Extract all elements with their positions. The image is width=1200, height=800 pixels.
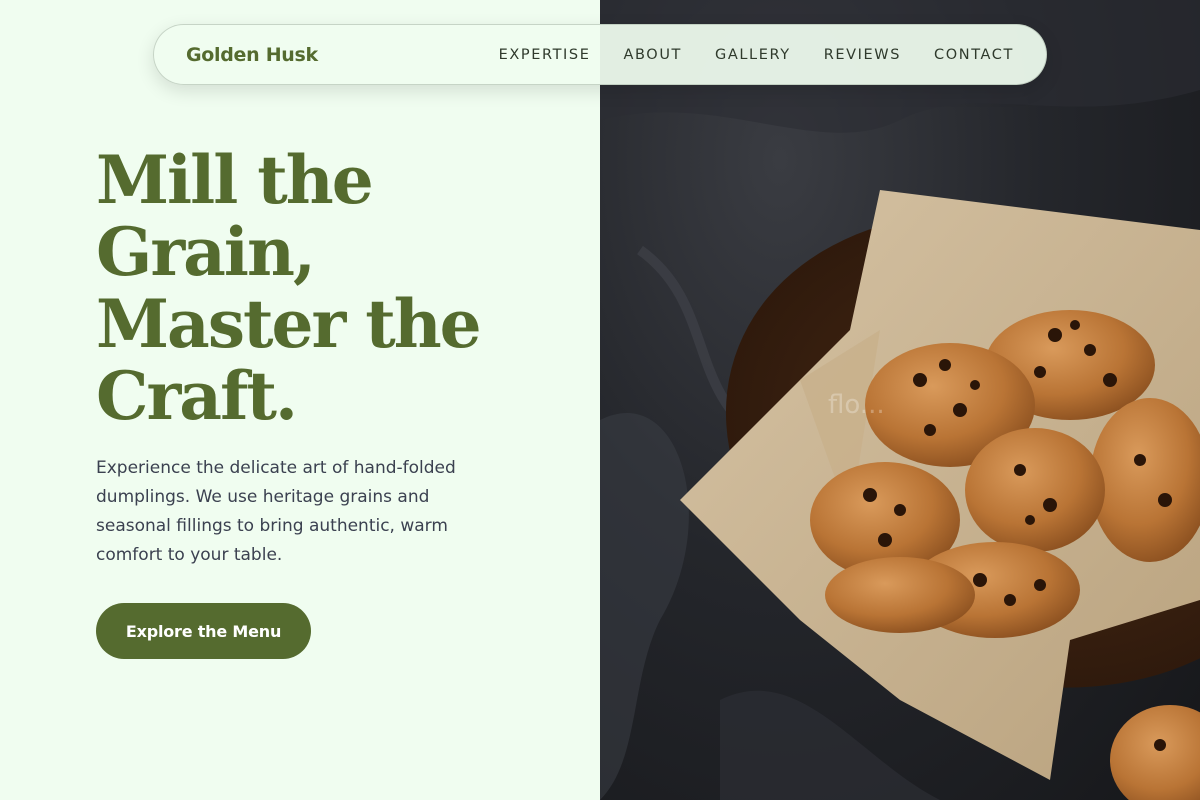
nav-link-contact[interactable]: CONTACT bbox=[934, 47, 1014, 63]
top-navigation: Golden Husk EXPERTISE ABOUT GALLERY REVI… bbox=[153, 24, 1047, 85]
headline-line-2: Grain, bbox=[96, 213, 316, 291]
cookies-in-bowl-image bbox=[600, 0, 1200, 800]
nav-links: EXPERTISE ABOUT GALLERY REVIEWS CONTACT bbox=[499, 47, 1014, 63]
image-watermark: flo... bbox=[828, 390, 885, 420]
nav-link-gallery[interactable]: GALLERY bbox=[715, 47, 791, 63]
headline-line-4: Craft. bbox=[96, 357, 298, 435]
nav-link-reviews[interactable]: REVIEWS bbox=[824, 47, 901, 63]
headline-line-1: Mill the bbox=[96, 141, 374, 219]
hero-headline: Mill the Grain, Master the Craft. bbox=[96, 144, 556, 432]
explore-menu-button[interactable]: Explore the Menu bbox=[96, 603, 311, 659]
nav-link-expertise[interactable]: EXPERTISE bbox=[499, 47, 591, 63]
nav-link-about[interactable]: ABOUT bbox=[624, 47, 683, 63]
hero-subcopy: Experience the delicate art of hand-fold… bbox=[96, 458, 456, 565]
brand-logo-text[interactable]: Golden Husk bbox=[186, 44, 318, 66]
hero-image bbox=[600, 0, 1200, 800]
headline-line-3: Master the bbox=[96, 285, 482, 363]
